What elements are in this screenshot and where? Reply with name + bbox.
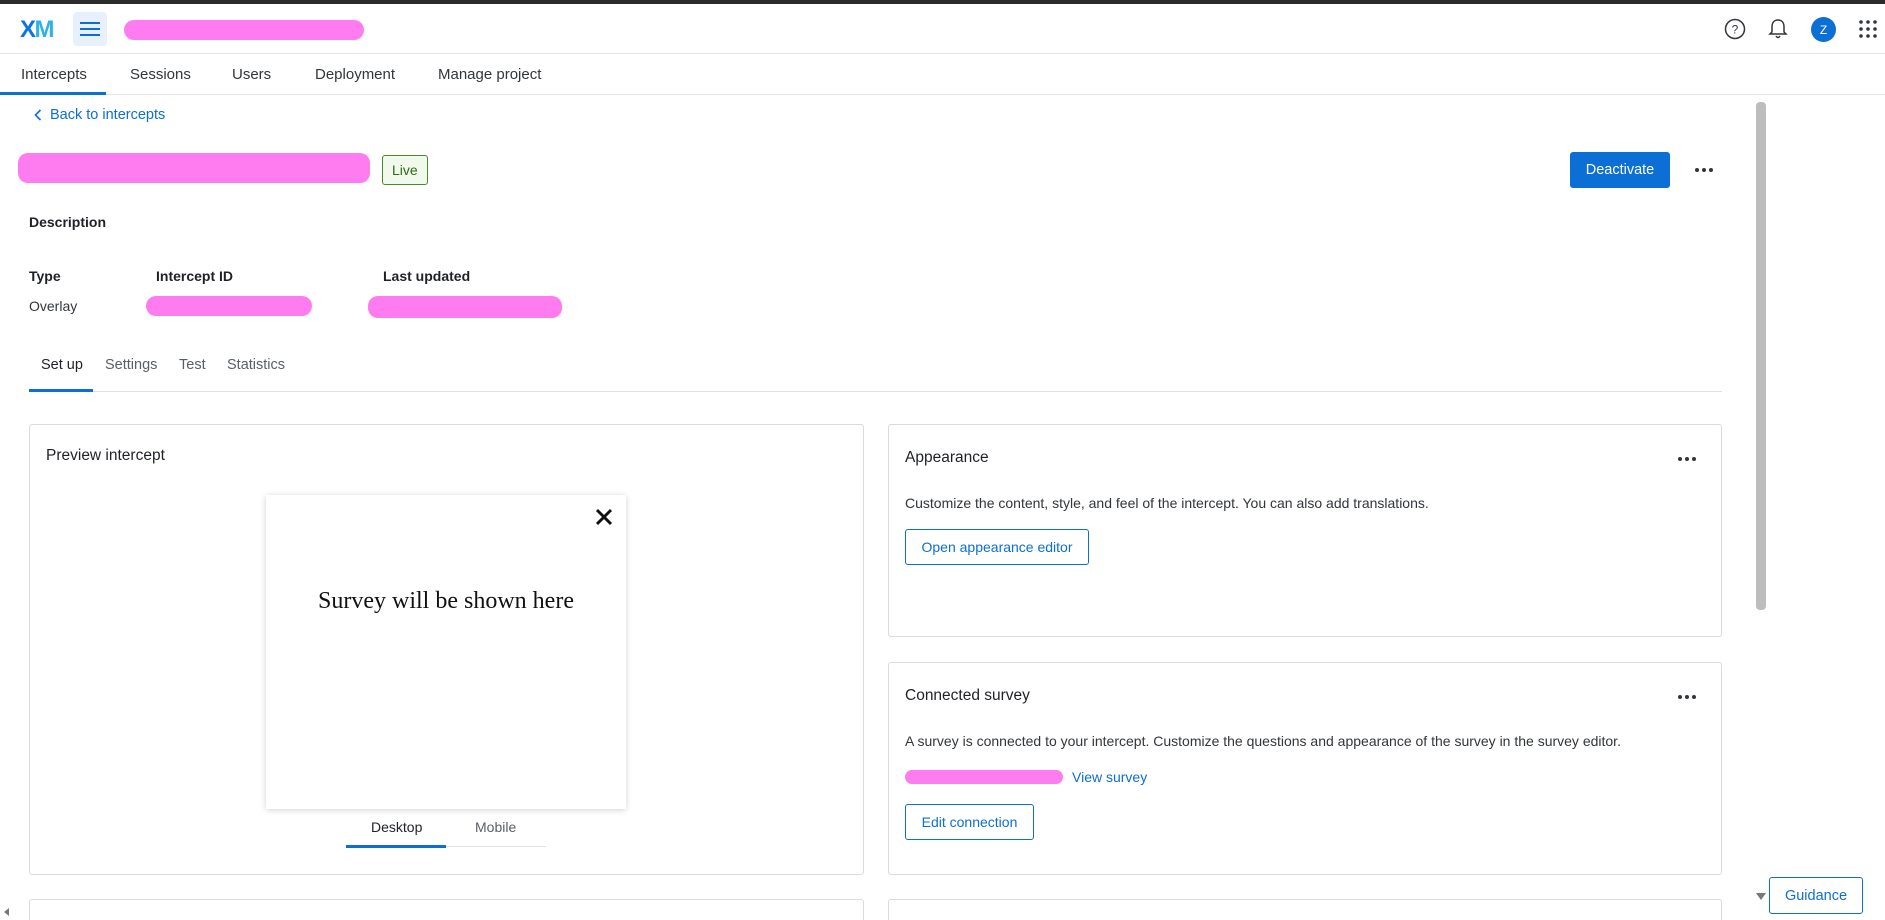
back-to-intercepts-link[interactable]: Back to intercepts: [34, 107, 165, 123]
xm-logo[interactable]: XM: [20, 16, 54, 44]
tab-manage-project[interactable]: Manage project: [438, 66, 541, 83]
notifications-bell-icon[interactable]: [1766, 17, 1790, 41]
appearance-description: Customize the content, style, and feel o…: [905, 495, 1429, 511]
project-name-redacted[interactable]: [124, 20, 364, 40]
preview-intercept-card: Preview intercept Survey will be shown h…: [29, 424, 864, 875]
intercept-preview: Survey will be shown here: [266, 495, 626, 809]
type-label: Type: [29, 268, 61, 284]
svg-text:?: ?: [1732, 23, 1739, 37]
chevron-left-icon: [34, 109, 42, 121]
tab-test[interactable]: Test: [179, 357, 206, 373]
view-survey-link[interactable]: View survey: [1072, 769, 1147, 785]
type-value: Overlay: [29, 298, 78, 314]
next-card-right: [888, 899, 1722, 920]
tab-settings[interactable]: Settings: [105, 357, 157, 373]
status-badge: Live: [382, 155, 428, 185]
intercept-sub-tabs: Set up Settings Test Statistics: [29, 354, 1722, 392]
preview-placeholder-text: Survey will be shown here: [318, 588, 574, 614]
last-updated-value-redacted: [368, 296, 562, 318]
open-appearance-editor-button[interactable]: Open appearance editor: [905, 529, 1089, 565]
intercept-id-label: Intercept ID: [156, 268, 234, 284]
appearance-more-options-icon[interactable]: [1675, 449, 1699, 469]
vertical-scrollbar[interactable]: [1756, 102, 1766, 610]
next-card-left: [29, 899, 864, 920]
connected-survey-card: Connected survey A survey is connected t…: [888, 662, 1722, 875]
connected-survey-more-options-icon[interactable]: [1675, 687, 1699, 707]
device-tabs: Desktop Mobile: [346, 815, 546, 848]
app-grid-icon[interactable]: [1856, 17, 1880, 41]
appearance-card: Appearance Customize the content, style,…: [888, 424, 1722, 637]
hamburger-icon: [80, 22, 100, 36]
scroll-down-arrow-icon[interactable]: [1756, 893, 1766, 900]
user-avatar[interactable]: Z: [1811, 17, 1836, 42]
edit-connection-button[interactable]: Edit connection: [905, 804, 1034, 840]
more-options-icon[interactable]: [1692, 160, 1716, 180]
tab-statistics[interactable]: Statistics: [227, 357, 285, 373]
tab-deployment[interactable]: Deployment: [315, 66, 395, 83]
guidance-button[interactable]: Guidance: [1769, 877, 1863, 914]
last-updated-label: Last updated: [383, 268, 471, 284]
tab-mobile[interactable]: Mobile: [475, 819, 516, 835]
tab-desktop[interactable]: Desktop: [371, 819, 422, 835]
close-icon[interactable]: [594, 507, 614, 527]
tab-intercepts[interactable]: Intercepts: [21, 66, 87, 83]
description-label: Description: [29, 214, 107, 230]
deactivate-button[interactable]: Deactivate: [1570, 152, 1670, 188]
app-header: XM ? Z: [0, 4, 1885, 54]
scroll-left-arrow-icon[interactable]: [4, 908, 9, 916]
tab-sessions[interactable]: Sessions: [130, 66, 191, 83]
appearance-card-title: Appearance: [905, 449, 989, 466]
tab-users[interactable]: Users: [232, 66, 271, 83]
connected-survey-card-title: Connected survey: [905, 687, 1030, 704]
active-tab-indicator: [0, 92, 106, 95]
back-link-label: Back to intercepts: [50, 107, 166, 123]
primary-nav: Intercepts Sessions Users Deployment Man…: [0, 55, 1885, 95]
preview-card-title: Preview intercept: [46, 447, 165, 464]
tab-set-up[interactable]: Set up: [41, 357, 83, 373]
survey-name-redacted: [905, 770, 1063, 784]
intercept-id-value-redacted: [146, 296, 312, 316]
active-subtab-indicator: [29, 389, 93, 392]
hamburger-menu-button[interactable]: [73, 12, 107, 46]
active-device-indicator: [346, 845, 446, 848]
connected-survey-description: A survey is connected to your intercept.…: [905, 733, 1621, 749]
intercept-name-redacted: [18, 153, 370, 183]
help-icon[interactable]: ?: [1723, 17, 1747, 41]
